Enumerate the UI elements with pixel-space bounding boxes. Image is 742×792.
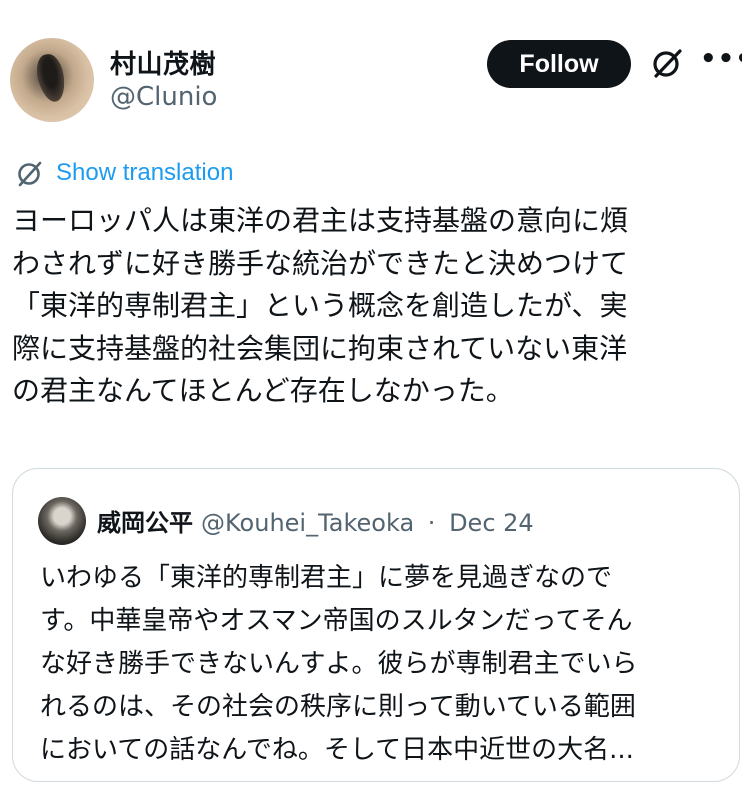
- meta-separator: ·: [427, 509, 436, 537]
- quoted-tweet-date: Dec 24: [449, 509, 534, 537]
- tweet-text-line: ヨーロッパ人は東洋の君主は支持基盤の意向に煩: [12, 204, 629, 237]
- quoted-author-handle: @Kouhei_Takeoka: [201, 509, 415, 537]
- quoted-tweet-card[interactable]: 威岡公平 @Kouhei_Takeoka · Dec 24 いわゆる「東洋的専制君…: [12, 468, 740, 782]
- tweet-text-line: 際に支持基盤的社会集団に拘束されていない東洋: [12, 331, 628, 365]
- quoted-author-display-name: 威岡公平: [97, 509, 193, 537]
- quoted-text-line: においての話なんでね。そして日本中近世の大名...: [40, 735, 634, 765]
- tweet-header: 村山茂樹 @Clunio Follow •••: [10, 38, 742, 124]
- grok-icon[interactable]: [650, 46, 684, 80]
- quoted-text-line: いわゆる「東洋的専制君主」に夢を見過ぎなので: [40, 563, 613, 593]
- show-translation-link[interactable]: Show translation: [14, 156, 233, 190]
- author-handle[interactable]: @Clunio: [110, 82, 217, 112]
- quoted-text-line: す。中華皇帝やオスマン帝国のスルタンだってそん: [40, 606, 633, 636]
- quoted-tweet-text: いわゆる「東洋的専制君主」に夢を見過ぎなので す。中華皇帝やオスマン帝国のスルタ…: [40, 557, 720, 772]
- quoted-tweet-header: 威岡公平 @Kouhei_Takeoka · Dec 24: [97, 503, 534, 538]
- more-icon[interactable]: •••: [700, 42, 742, 76]
- author-avatar[interactable]: [10, 38, 94, 122]
- avatar-image-subject: [33, 51, 69, 105]
- quoted-text-line: れるのは、その社会の秩序に則って動いている範囲: [40, 692, 636, 722]
- tweet-text-line: わされずに好き勝手な統治ができたと決めつけて: [12, 246, 629, 280]
- translate-icon: [18, 161, 42, 187]
- tweet-text: ヨーロッパ人は東洋の君主は支持基盤の意向に煩 わされずに好き勝手な統治ができたと…: [12, 200, 736, 413]
- follow-button[interactable]: Follow: [487, 40, 631, 88]
- tweet-text-line: の君主なんてほとんど存在しなかった。: [12, 374, 514, 407]
- show-translation-label: Show translation: [56, 159, 234, 186]
- author-display-name[interactable]: 村山茂樹: [110, 44, 216, 81]
- quoted-text-line: な好き勝手できないんすよ。彼らが専制君主でいら: [40, 649, 638, 679]
- quoted-author-avatar[interactable]: [38, 497, 86, 545]
- tweet-text-line: 「東洋的専制君主」という概念を創造したが、実: [12, 289, 628, 322]
